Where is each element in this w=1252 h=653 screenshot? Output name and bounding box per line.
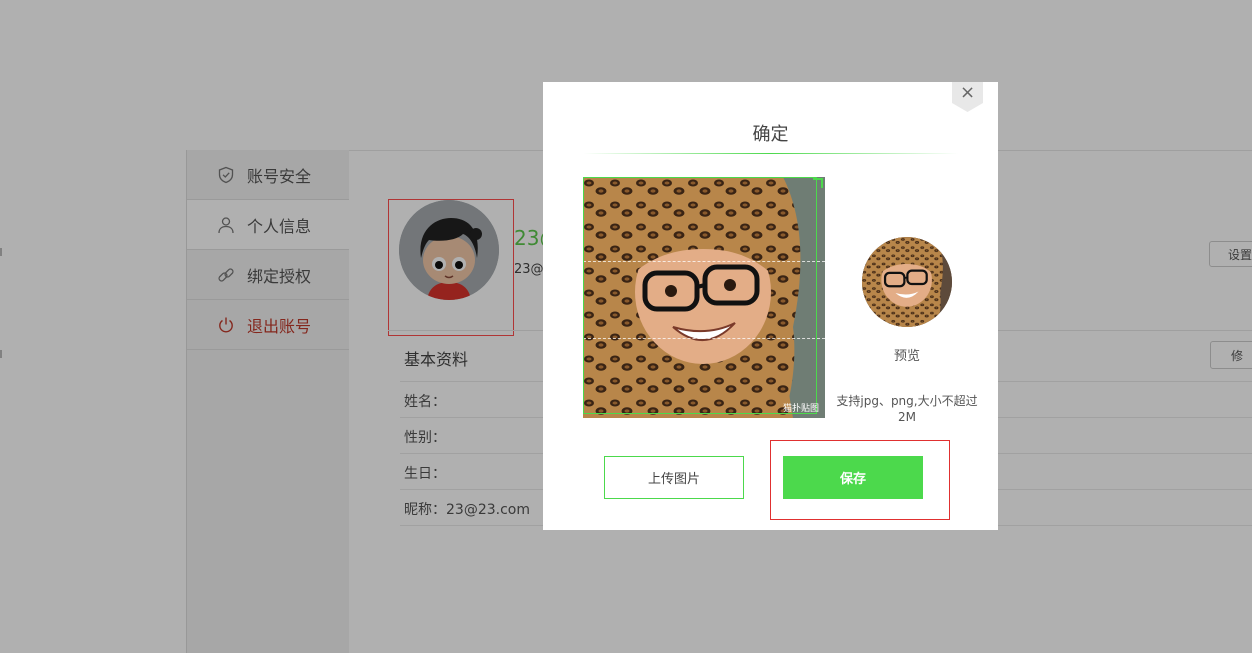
close-icon: × [959, 82, 976, 103]
upload-image-button[interactable]: 上传图片 [604, 456, 744, 499]
preview-label: 预览 [893, 349, 920, 364]
watermark: 猫扑贴图 [782, 404, 819, 414]
crop-handle[interactable] [813, 178, 823, 188]
title-divider [583, 153, 958, 154]
file-requirements-text: 支持jpg、png,大小不超过2M [836, 394, 978, 424]
save-button[interactable]: 保存 [783, 456, 923, 499]
avatar-crop-modal: × 确定 猫扑贴图 预览 支持jpg、png,大小不超过2M 上传图片 保存 [543, 82, 998, 530]
modal-title: 确定 [752, 124, 789, 145]
avatar-preview [862, 237, 952, 327]
crop-image-area[interactable]: 猫扑贴图 [583, 177, 825, 418]
close-button[interactable]: × [952, 82, 983, 112]
crop-frame[interactable] [583, 177, 817, 414]
